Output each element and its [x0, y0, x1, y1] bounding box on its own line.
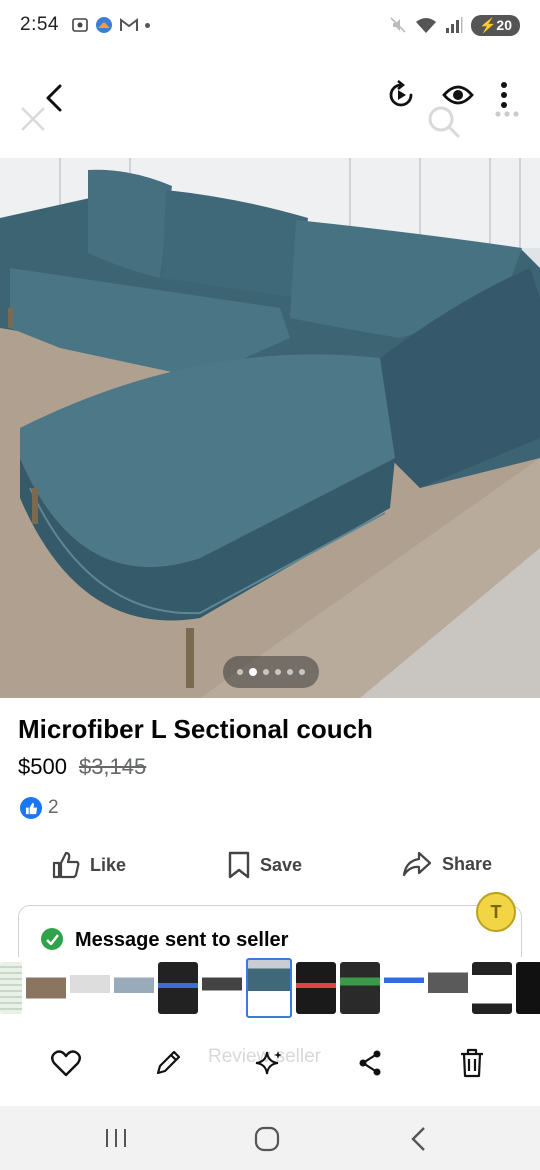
wifi-icon — [415, 18, 436, 33]
notification-icons — [71, 16, 150, 34]
carousel-dot[interactable] — [287, 669, 293, 675]
more-horizontal-icon — [495, 111, 519, 117]
battery-indicator: ⚡20 — [470, 14, 520, 36]
status-time: 2:54 — [20, 14, 59, 35]
trash-icon — [461, 1048, 483, 1078]
screenshot-thumbnail[interactable] — [202, 962, 242, 1014]
photo-carousel-indicator[interactable] — [223, 656, 319, 688]
share-label: Share — [442, 853, 493, 874]
close-icon — [21, 107, 45, 131]
screenshot-thumbnail[interactable] — [516, 962, 540, 1014]
like-button[interactable]: Like — [52, 851, 126, 879]
favorite-button[interactable] — [49, 1046, 83, 1080]
reaction-summary[interactable]: 2 — [20, 797, 59, 819]
carousel-dot[interactable] — [299, 669, 305, 675]
screenshot-thumbnail[interactable] — [114, 962, 154, 1014]
battery-level: 20 — [496, 16, 512, 33]
check-circle-icon — [41, 928, 63, 950]
price-row: $500 $3,145 — [18, 754, 146, 780]
save-button[interactable]: Save — [228, 851, 302, 879]
share-nodes-icon — [359, 1050, 381, 1076]
like-reaction-icon — [20, 797, 42, 819]
share-arrow-icon — [402, 851, 432, 877]
original-price: $3,145 — [78, 754, 147, 779]
carousel-dot[interactable] — [237, 669, 243, 675]
eye-icon[interactable] — [442, 83, 474, 107]
screenshot-thumbnail-selected[interactable] — [246, 958, 292, 1018]
text-extract-floating-icon[interactable]: T — [476, 892, 516, 932]
screenshot-thumbnail[interactable] — [70, 962, 110, 1014]
app-notification-icon — [95, 17, 112, 33]
screenshot-thumbnail[interactable] — [472, 962, 512, 1014]
more-notifications-dot-icon — [144, 22, 150, 28]
heart-icon — [51, 1050, 81, 1077]
listing-title: Microfiber L Sectional couch — [18, 714, 373, 744]
carousel-dot[interactable] — [275, 669, 281, 675]
recent-apps-icon[interactable] — [104, 1126, 128, 1150]
share-screenshot-button[interactable] — [353, 1046, 387, 1080]
sofa-illustration — [0, 158, 540, 698]
signal-icon — [445, 17, 463, 33]
delete-button[interactable] — [455, 1046, 489, 1080]
replay-icon[interactable] — [386, 80, 416, 110]
screenshot-thumbnail[interactable] — [428, 962, 468, 1014]
save-label: Save — [260, 854, 303, 875]
nav-actions — [386, 80, 508, 110]
message-sent-text: Message sent to seller — [75, 929, 289, 951]
screenshot-thumbnail[interactable] — [158, 962, 198, 1014]
pencil-icon — [156, 1050, 181, 1075]
share-button[interactable]: Share — [402, 851, 492, 877]
bookmark-icon — [228, 851, 250, 879]
screenshot-thumbnail-strip — [0, 957, 540, 1019]
bottom-toolbar: Review seller — [0, 1030, 540, 1094]
home-icon[interactable] — [254, 1126, 280, 1152]
mute-icon — [390, 17, 406, 33]
screenshot-thumbnail[interactable] — [384, 962, 424, 1014]
top-nav — [0, 68, 540, 139]
screenshot-thumbnail[interactable] — [26, 962, 66, 1014]
screenshot-notification-icon — [72, 18, 88, 32]
screenshot-thumbnail[interactable] — [0, 962, 22, 1014]
screenshot-thumbnail[interactable] — [340, 962, 380, 1014]
like-label: Like — [90, 854, 127, 875]
gmail-icon — [119, 18, 138, 31]
sparkle-icon — [255, 1051, 282, 1075]
carousel-dot[interactable] — [263, 669, 269, 675]
edit-button[interactable] — [151, 1046, 185, 1080]
screenshot-thumbnail[interactable] — [296, 962, 336, 1014]
status-bar: 2:54 ⚡20 — [0, 0, 540, 50]
ai-enhance-button[interactable] — [252, 1046, 286, 1080]
listing-photo[interactable] — [0, 158, 540, 698]
more-vertical-icon[interactable] — [500, 81, 508, 109]
action-bar: Like Save Share — [0, 845, 540, 887]
thumbs-up-icon — [52, 851, 80, 879]
current-price: $500 — [18, 754, 67, 779]
system-navigation-bar — [0, 1106, 540, 1170]
like-count: 2 — [48, 797, 59, 818]
system-icons: ⚡20 — [389, 14, 520, 36]
carousel-dot-active[interactable] — [249, 668, 257, 676]
system-back-icon[interactable] — [408, 1126, 428, 1152]
